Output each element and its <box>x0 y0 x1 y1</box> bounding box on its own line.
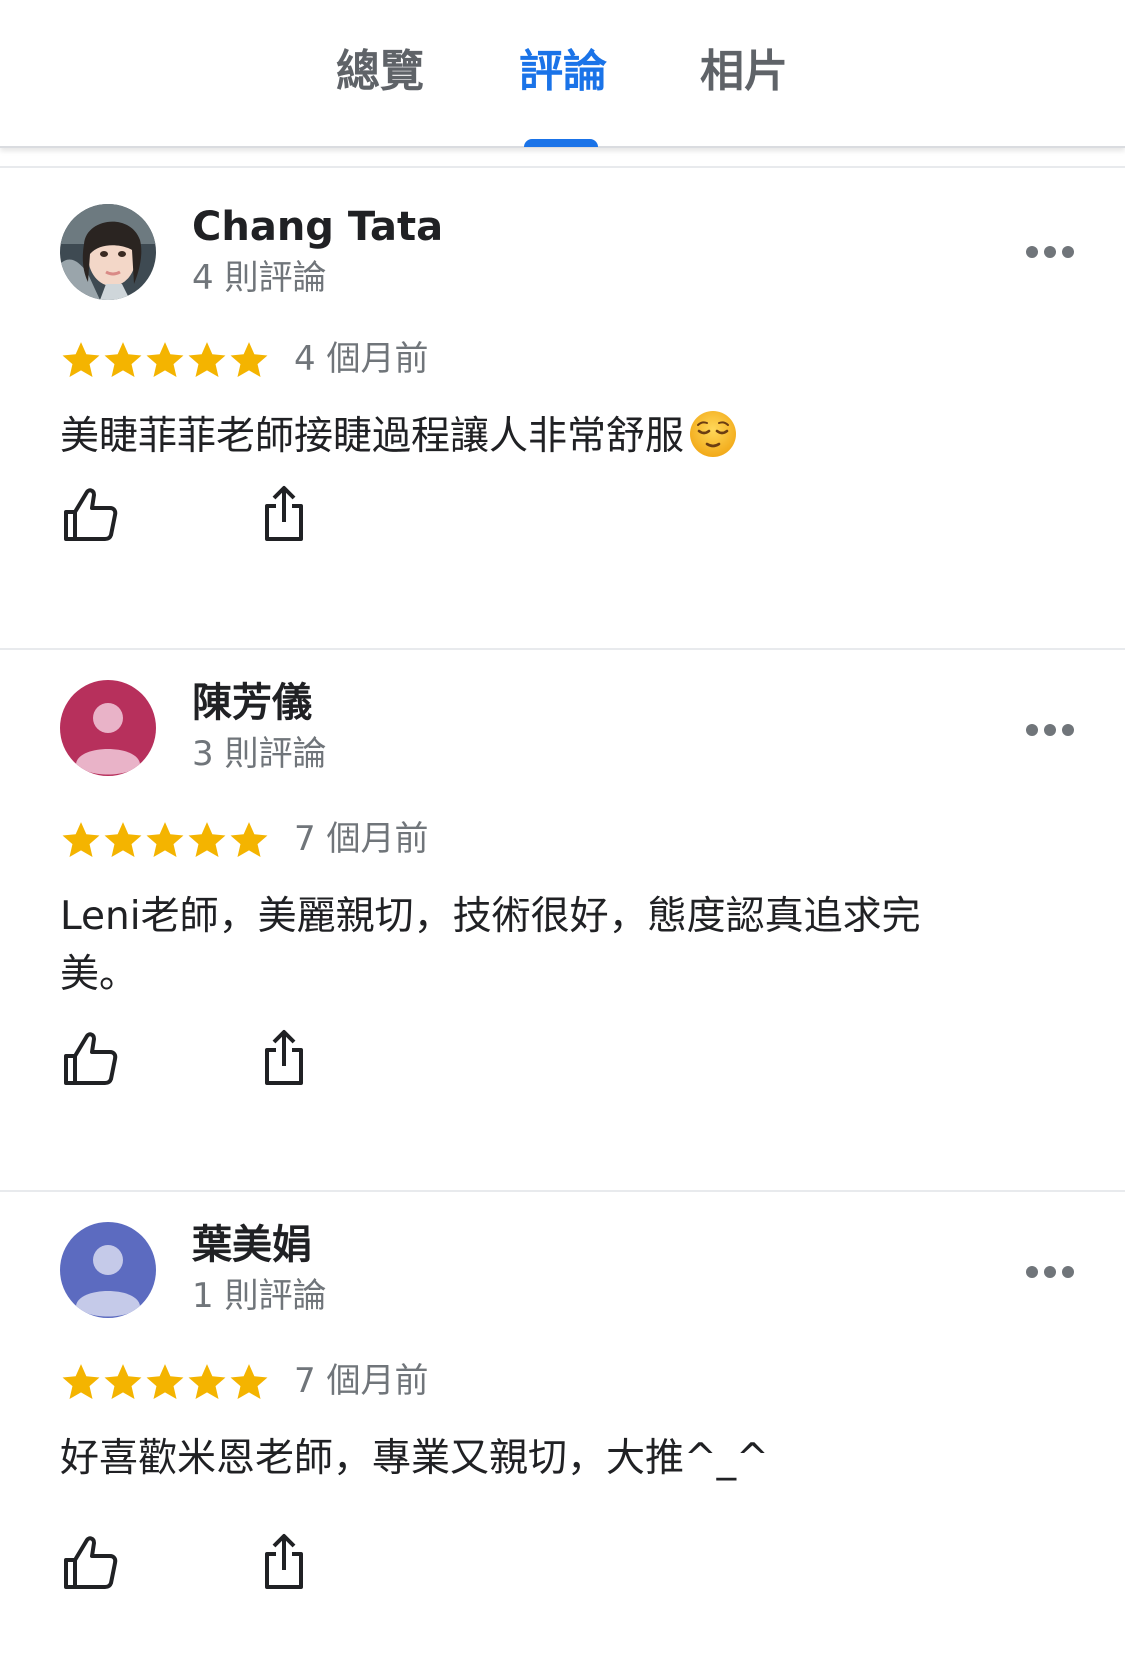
tab-overview[interactable]: 總覽 <box>336 42 424 102</box>
share-icon <box>254 1532 314 1592</box>
star-icon <box>228 1360 270 1404</box>
more-options-icon[interactable] <box>1024 234 1076 270</box>
reviewer-name[interactable]: 葉美娟 <box>192 1220 312 1270</box>
like-button[interactable] <box>60 484 120 544</box>
reviewer-review-count: 3 則評論 <box>192 734 327 774</box>
star-rating <box>60 338 270 382</box>
star-icon <box>144 1360 186 1404</box>
star-rating <box>60 1360 270 1404</box>
more-options-icon[interactable] <box>1024 1254 1076 1290</box>
share-icon <box>254 484 314 544</box>
reviewer-name[interactable]: 陳芳儀 <box>192 678 312 728</box>
star-icon <box>60 818 102 862</box>
relieved-face-emoji-icon <box>690 411 737 457</box>
share-button[interactable] <box>254 1532 314 1592</box>
share-icon <box>254 1028 314 1088</box>
review-text: 美睫菲菲老師接睫過程讓人非常舒服 <box>60 408 980 466</box>
active-tab-indicator <box>524 139 598 147</box>
star-icon <box>60 338 102 382</box>
review-text: Leni老師，美麗親切，技術很好，態度認真追求完美。 <box>60 894 921 997</box>
share-button[interactable] <box>254 484 314 544</box>
avatar[interactable] <box>60 204 156 300</box>
star-icon <box>228 338 270 382</box>
star-icon <box>144 338 186 382</box>
more-options-icon[interactable] <box>1024 712 1076 748</box>
review-card: 陳芳儀 3 則評論 7 個月前 Leni老師，美麗親切，技術很好，態度認真追求完… <box>0 650 1125 1190</box>
star-icon <box>228 818 270 862</box>
star-icon <box>186 338 228 382</box>
star-icon <box>102 818 144 862</box>
review-card: Chang Tata 4 則評論 4 個月前 美睫菲菲老師接睫過程讓人非常舒服 <box>0 168 1125 648</box>
review-text-content: 美睫菲菲老師接睫過程讓人非常舒服 <box>60 414 685 459</box>
review-time: 7 個月前 <box>294 819 429 859</box>
like-button[interactable] <box>60 1028 120 1088</box>
like-button[interactable] <box>60 1532 120 1592</box>
star-icon <box>102 338 144 382</box>
star-rating <box>60 818 270 862</box>
reviewer-review-count: 4 則評論 <box>192 258 327 298</box>
thumbs-up-icon <box>60 1532 120 1592</box>
reviewer-review-count: 1 則評論 <box>192 1276 327 1316</box>
share-button[interactable] <box>254 1028 314 1088</box>
thumbs-up-icon <box>60 484 120 544</box>
tab-reviews[interactable]: 評論 <box>519 42 607 102</box>
thumbs-up-icon <box>60 1028 120 1088</box>
star-icon <box>102 1360 144 1404</box>
star-icon <box>144 818 186 862</box>
review-time: 7 個月前 <box>294 1361 429 1401</box>
star-icon <box>186 818 228 862</box>
review-time: 4 個月前 <box>294 339 429 379</box>
review-text: 好喜歡米恩老師，專業又親切，大推^_^ <box>60 1436 769 1481</box>
reviewer-name[interactable]: Chang Tata <box>192 202 443 252</box>
tab-photos[interactable]: 相片 <box>700 42 788 102</box>
tab-bar: 總覽 評論 相片 <box>0 0 1125 148</box>
star-icon <box>60 1360 102 1404</box>
avatar[interactable] <box>60 1222 156 1318</box>
avatar[interactable] <box>60 680 156 776</box>
star-icon <box>186 1360 228 1404</box>
review-card: 葉美娟 1 則評論 7 個月前 好喜歡米恩老師，專業又親切，大推^_^ <box>0 1192 1125 1663</box>
